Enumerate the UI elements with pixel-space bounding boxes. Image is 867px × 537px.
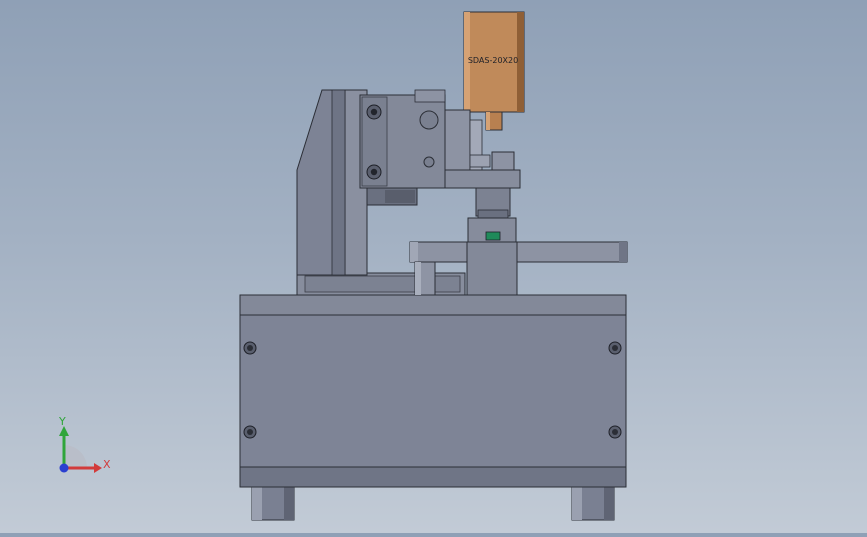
z-axis-icon xyxy=(59,463,69,473)
lower-rail xyxy=(296,272,466,296)
table-post-center xyxy=(466,241,518,296)
base-screw-bottom-left xyxy=(243,425,257,439)
left-foot xyxy=(251,485,295,521)
block-screw-top xyxy=(366,104,382,120)
cylinder-label: SDAS-20X20 xyxy=(468,56,518,65)
x-axis-label: X xyxy=(103,458,111,471)
y-axis-label: Y xyxy=(58,415,66,428)
press-head xyxy=(467,187,517,243)
table-post-left xyxy=(414,261,436,296)
work-table xyxy=(409,241,628,263)
base-screw-bottom-right xyxy=(608,425,622,439)
slide-guide xyxy=(444,109,521,189)
pneumatic-cylinder[interactable]: SDAS-20X20 xyxy=(463,11,525,131)
block-screw-bottom xyxy=(366,164,382,180)
base-screw-top-left xyxy=(243,341,257,355)
right-foot xyxy=(571,485,615,521)
x-axis-arrow-icon xyxy=(94,463,102,473)
3d-viewport[interactable]: SDAS-20X20 Y X xyxy=(0,0,867,533)
base-box xyxy=(239,294,627,488)
base-screw-top-right xyxy=(608,341,622,355)
left-column xyxy=(296,89,368,276)
sensor-indicator xyxy=(485,231,501,241)
coordinate-triad: Y X xyxy=(58,415,111,473)
model-canvas[interactable]: SDAS-20X20 Y X xyxy=(0,0,867,533)
